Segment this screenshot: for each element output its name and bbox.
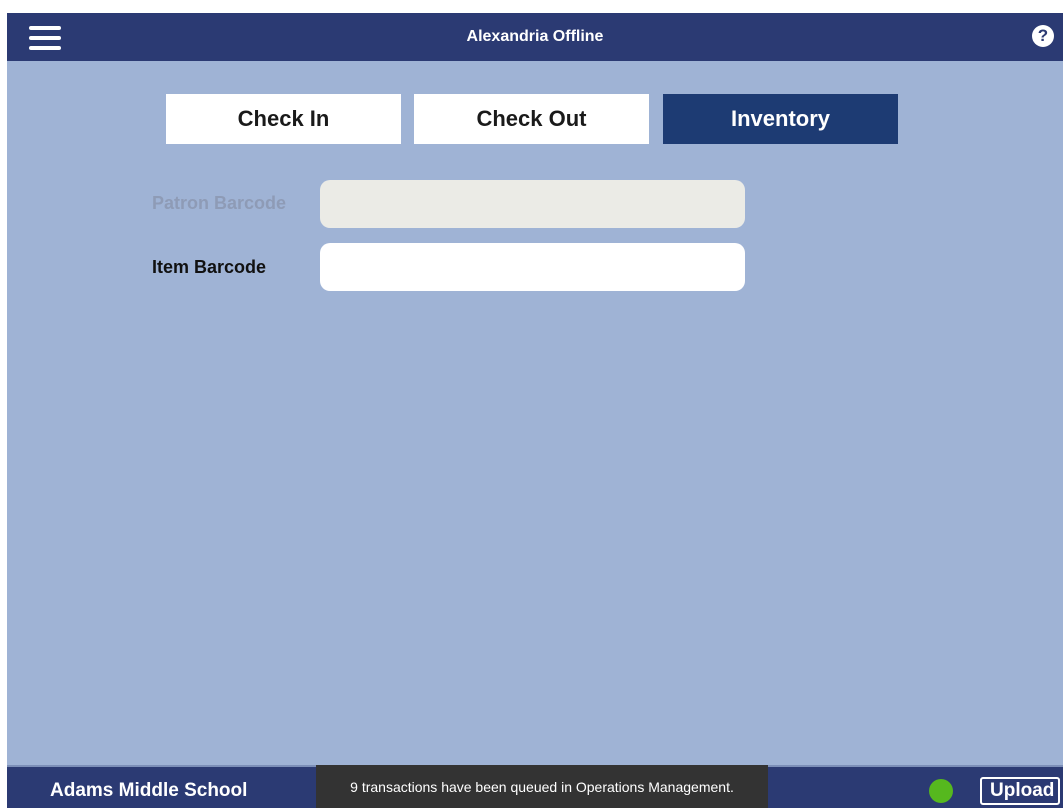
school-name: Adams Middle School [50, 780, 248, 801]
online-status-icon [929, 779, 953, 803]
patron-barcode-input [320, 180, 745, 228]
tab-inventory[interactable]: Inventory [663, 94, 898, 144]
patron-barcode-label: Patron Barcode [152, 193, 287, 213]
item-barcode-label: Item Barcode [152, 257, 267, 277]
tab-check-in[interactable]: Check In [166, 94, 401, 144]
toast-notification: 9 transactions have been queued in Opera… [316, 765, 768, 808]
header-bar: Alexandria Offline ? [7, 13, 1063, 61]
footer-bar: Adams Middle School 9 transactions have … [7, 765, 1063, 808]
app-window: Alexandria Offline ? Check In Check Out … [7, 13, 1063, 808]
item-barcode-input[interactable] [320, 243, 745, 291]
tab-check-out[interactable]: Check Out [414, 94, 649, 144]
app-title: Alexandria Offline [466, 28, 604, 45]
help-question-icon[interactable]: ? [1032, 25, 1054, 47]
upload-button[interactable]: Upload [980, 777, 1060, 805]
